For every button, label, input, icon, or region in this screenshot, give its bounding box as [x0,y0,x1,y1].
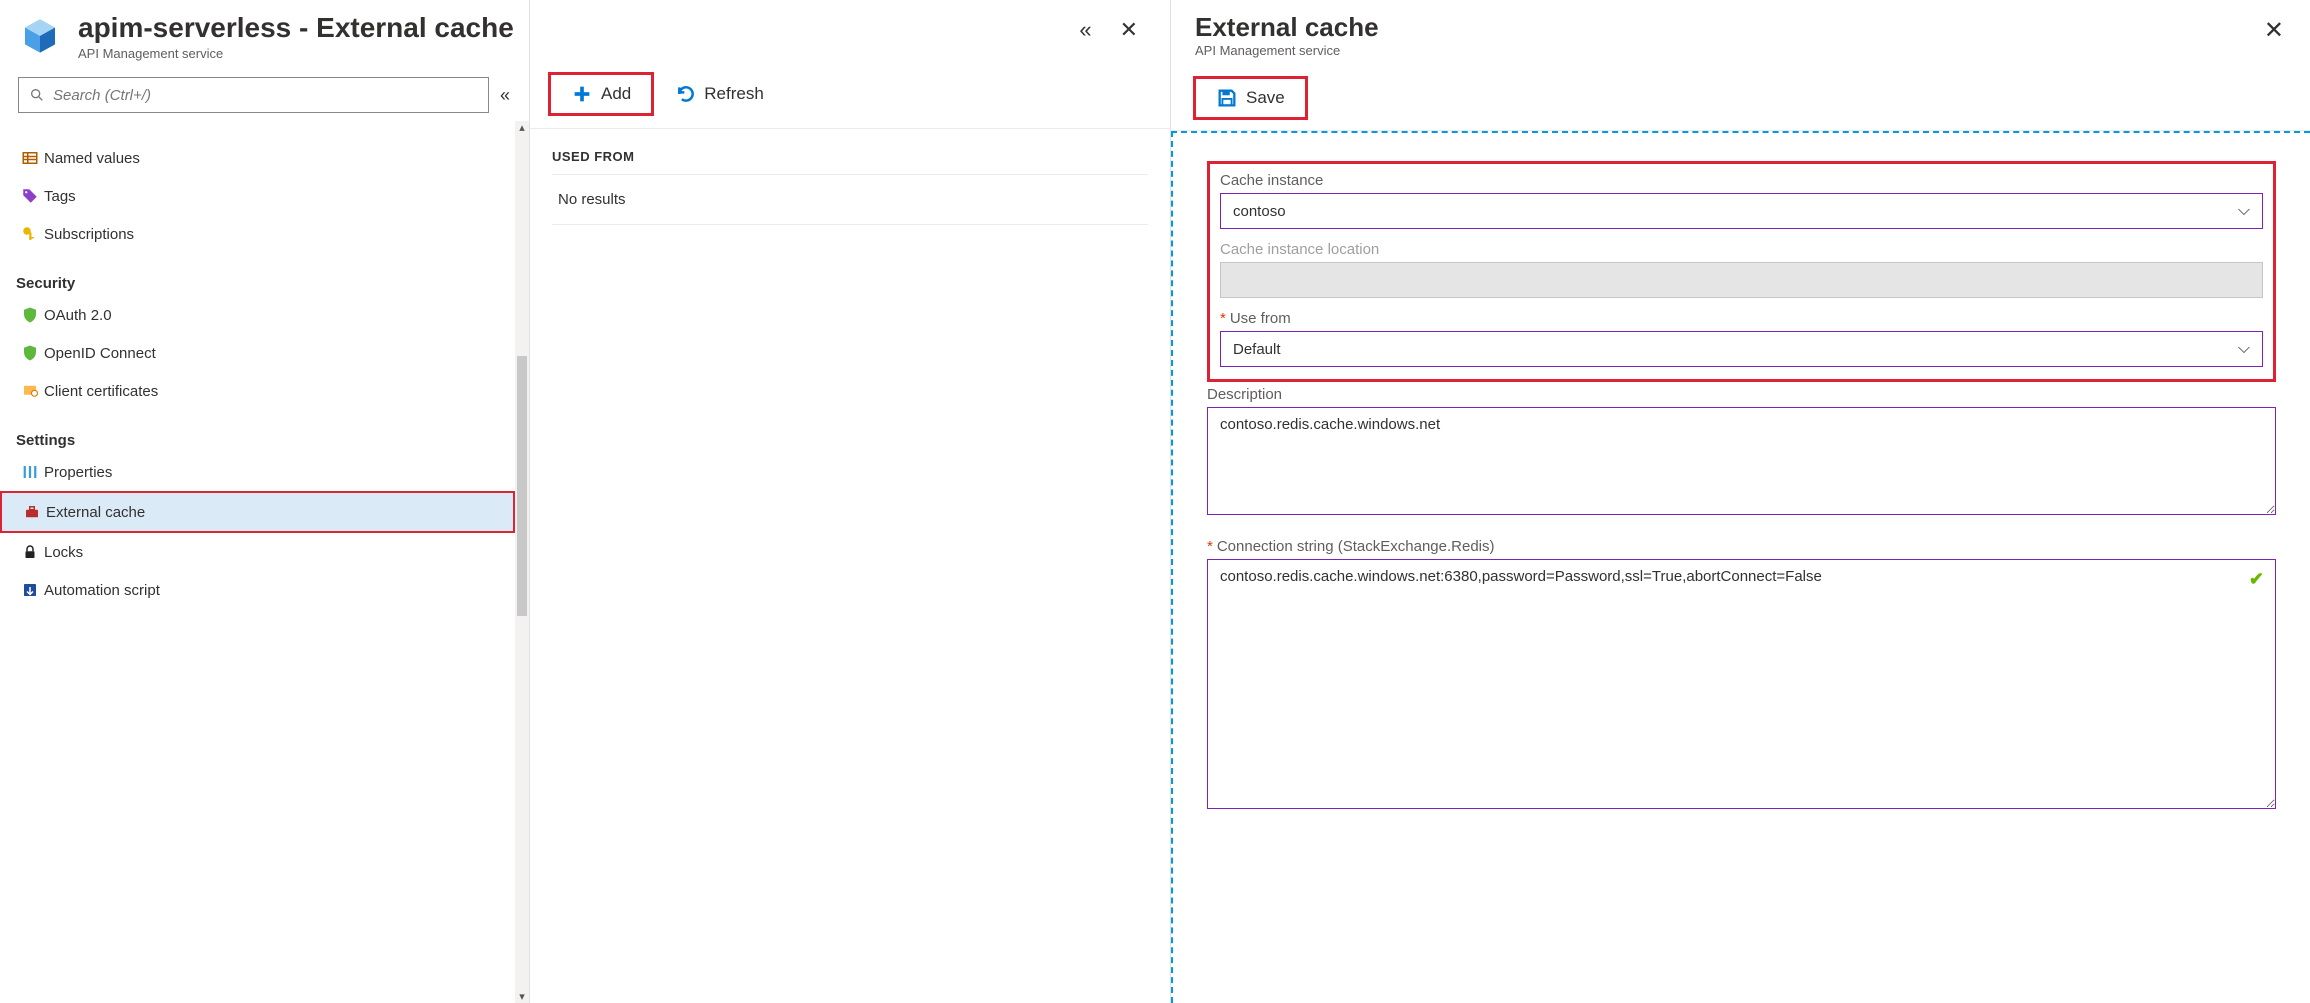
required-star-icon: * [1220,310,1226,327]
save-label: Save [1246,88,1285,108]
sidebar-item-oauth[interactable]: OAuth 2.0 [0,296,515,334]
nav-label: Subscriptions [44,226,134,243]
chevron-down-icon: ⌵ [2238,340,2250,358]
cache-location-label: Cache instance location [1220,241,2263,258]
middle-column: « ✕ Add Refresh USED FROM No results [530,0,1170,1003]
shield-icon [16,344,44,362]
search-field[interactable] [53,87,478,104]
add-button[interactable]: Add [559,79,643,109]
mid-toolbar: Add Refresh [530,60,1170,129]
nav-label: OpenID Connect [44,345,156,362]
use-from-value: Default [1233,341,1281,358]
cache-instance-select[interactable]: contoso ⌵ [1220,193,2263,229]
sidebar-item-subscriptions[interactable]: Subscriptions [0,215,515,253]
blade-title: External cache [1195,12,2256,43]
grid-icon [16,149,44,167]
highlight-form-top: Cache instance contoso ⌵ Cache instance … [1207,161,2276,382]
scroll-up-icon[interactable]: ▴ [515,121,529,134]
nav-label: Automation script [44,582,160,599]
required-star-icon: * [1207,538,1213,555]
close-blade-button[interactable]: ✕ [2256,12,2292,49]
shield-icon [16,306,44,324]
cert-icon [16,382,44,400]
toolbox-icon [18,503,46,521]
highlight-save: Save [1193,76,1308,120]
column-header-used-from: USED FROM [552,149,1148,175]
resource-header: apim-serverless - External cache API Man… [0,0,529,71]
refresh-label: Refresh [704,84,764,104]
sliders-icon [16,463,44,481]
blade-header: External cache API Management service ✕ [1171,0,2310,66]
sidebar-item-automation-script[interactable]: Automation script [0,571,515,609]
nav-label: Client certificates [44,383,158,400]
chevron-down-icon: ⌵ [2238,202,2250,220]
left-column: apim-serverless - External cache API Man… [0,0,530,1003]
nav-list: Named values Tags Subscriptions [0,121,515,1003]
resource-subtitle: API Management service [78,46,519,61]
save-button[interactable]: Save [1204,83,1297,113]
sidebar: « Named values Tags [0,71,529,1003]
highlight-add: Add [548,72,654,116]
sidebar-item-named-values[interactable]: Named values [0,139,515,177]
nav-label: OAuth 2.0 [44,307,112,324]
search-input[interactable] [18,77,489,113]
nav-section-settings: Settings [0,410,515,453]
use-from-label: *Use from [1220,310,2263,327]
blade-subtitle: API Management service [1195,43,2256,58]
search-icon [29,87,45,103]
script-icon [16,581,44,599]
nav-label: Named values [44,150,140,167]
collapse-sidebar-button[interactable]: « [489,85,521,106]
cache-location-input [1220,262,2263,298]
connection-string-input[interactable] [1207,559,2276,809]
valid-check-icon: ✔ [2249,569,2264,590]
nav-label: External cache [46,504,145,521]
nav-label: Properties [44,464,112,481]
sidebar-item-external-cache[interactable]: External cache [0,491,515,533]
right-blade: External cache API Management service ✕ … [1170,0,2310,1003]
description-input[interactable] [1207,407,2276,515]
nav-label: Tags [44,188,76,205]
refresh-button[interactable]: Refresh [664,80,776,108]
lock-icon [16,543,44,561]
app-root: apim-serverless - External cache API Man… [0,0,2310,1003]
sidebar-item-properties[interactable]: Properties [0,453,515,491]
tag-icon [16,187,44,205]
scroll-down-icon[interactable]: ▾ [515,990,529,1003]
key-icon [16,225,44,243]
cache-instance-label: Cache instance [1220,172,2263,189]
add-label: Add [601,84,631,104]
resource-cube-icon [20,16,60,59]
nav-label: Locks [44,544,83,561]
plus-icon [571,83,593,105]
sidebar-item-tags[interactable]: Tags [0,177,515,215]
collapse-blade-icon[interactable]: « [1065,17,1105,43]
sidebar-scrollbar[interactable]: ▴ ▾ [515,121,529,1003]
connection-label: *Connection string (StackExchange.Redis) [1207,538,2276,555]
sidebar-item-client-certs[interactable]: Client certificates [0,372,515,410]
use-from-select[interactable]: Default ⌵ [1220,331,2263,367]
close-blade-icon[interactable]: ✕ [1106,17,1152,43]
cache-instance-value: contoso [1233,203,1286,220]
refresh-icon [676,84,696,104]
resource-title: apim-serverless - External cache [78,12,519,44]
no-results-text: No results [552,175,1148,225]
sidebar-item-openid[interactable]: OpenID Connect [0,334,515,372]
nav-section-security: Security [0,253,515,296]
scroll-thumb[interactable] [517,356,527,616]
form-area: Cache instance contoso ⌵ Cache instance … [1171,131,2310,1003]
sidebar-item-locks[interactable]: Locks [0,533,515,571]
description-label: Description [1207,386,2276,403]
save-icon [1216,87,1238,109]
